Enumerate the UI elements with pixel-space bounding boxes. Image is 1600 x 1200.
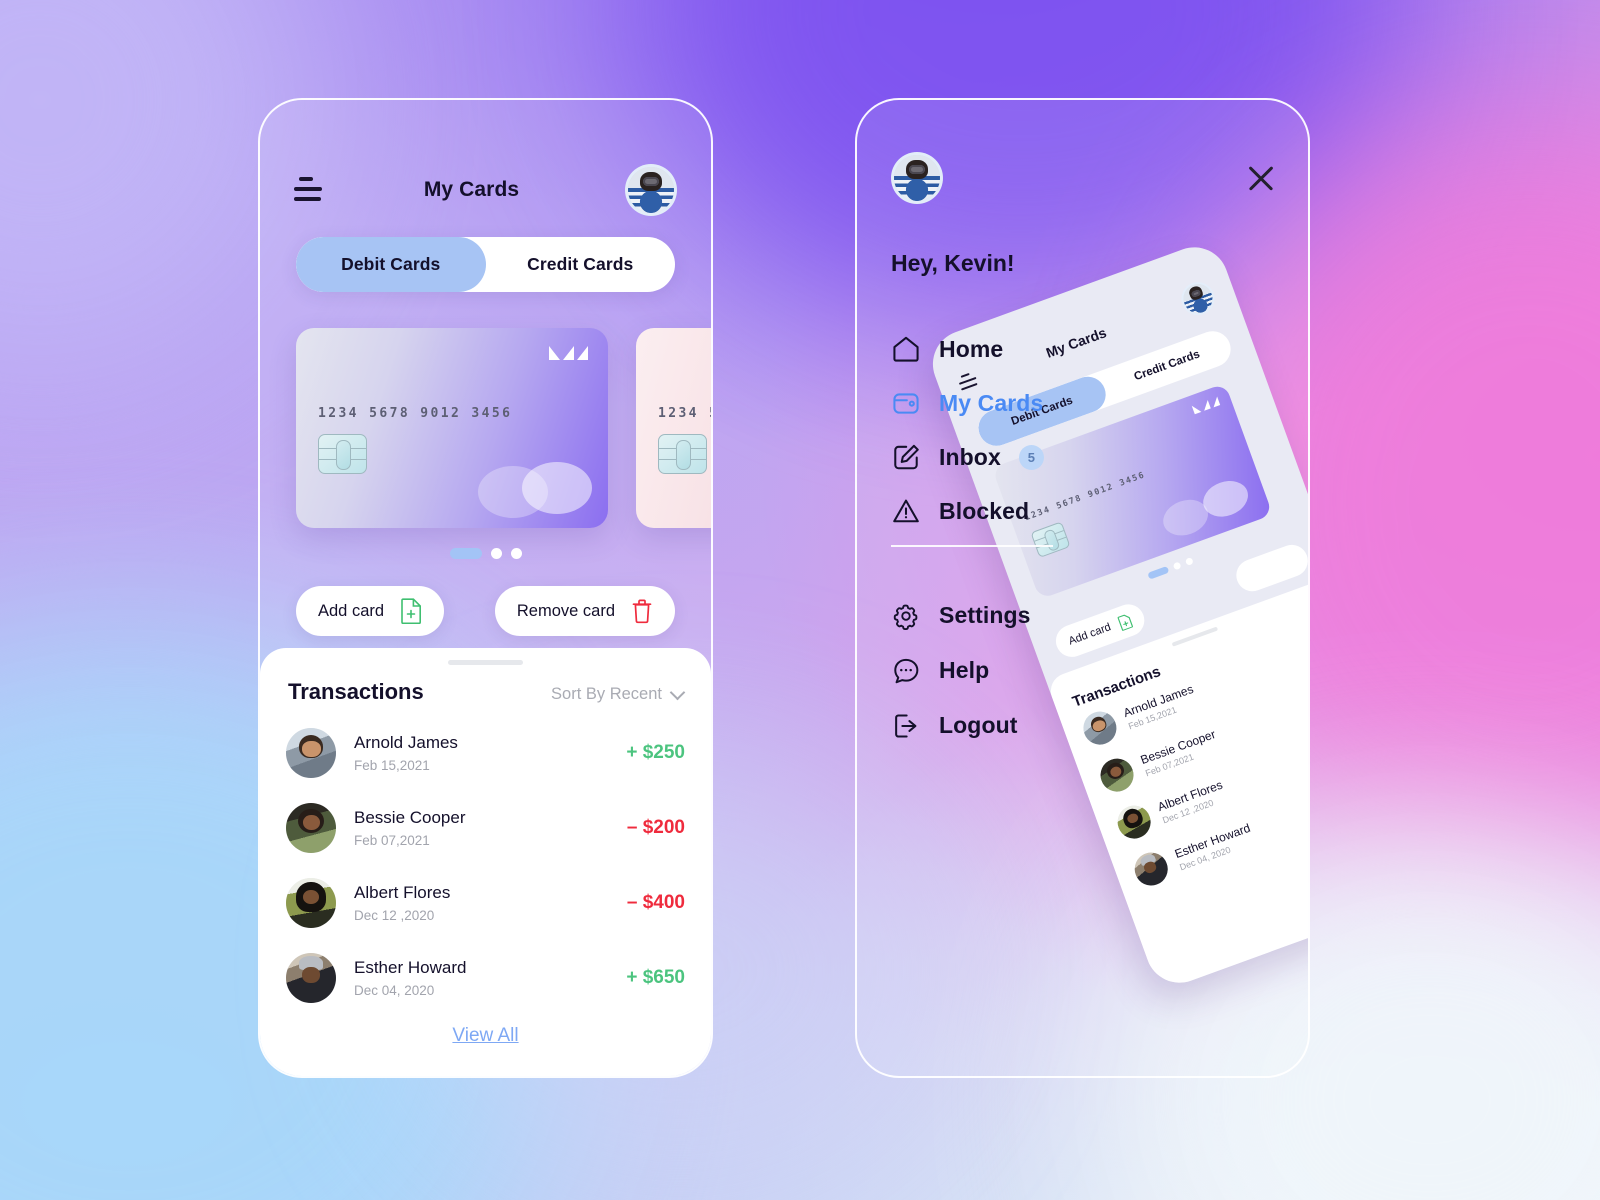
page-title: My Cards	[423, 178, 520, 201]
card-chip-icon	[658, 434, 707, 474]
transactions-header: Transactions Sort By Recent	[286, 679, 686, 705]
table-row[interactable]: Bessie Cooper Feb 07,2021 – $200	[286, 790, 685, 865]
pagination-dot-2[interactable]	[490, 548, 502, 559]
sidebar-item-label: Logout	[939, 712, 1018, 738]
chevron-down-icon	[669, 684, 686, 700]
sidebar-item-label: Home	[939, 335, 1004, 362]
transaction-name: Arnold James	[354, 733, 458, 753]
side-menu-screen: Hey, Kevin! Home My Cards Inbox 5 Blocke…	[857, 100, 1308, 1076]
bank-card-secondary[interactable]: 1234 5678 9012 3456	[636, 328, 711, 528]
transactions-title: Transactions	[288, 679, 424, 704]
transaction-amount: – $200	[626, 816, 685, 838]
transaction-amount: + $250	[626, 741, 685, 763]
close-icon[interactable]	[1246, 164, 1276, 194]
table-row[interactable]: Albert Flores Dec 12 ,2020 – $400	[286, 865, 685, 940]
transaction-amount: + $650	[626, 966, 685, 988]
table-row[interactable]: Esther Howard Dec 04, 2020 + $650	[286, 940, 685, 1015]
pagination-dot-1[interactable]	[449, 548, 482, 559]
avatar[interactable]	[891, 152, 943, 204]
add-card-label: Add card	[318, 601, 385, 620]
sidebar-item-label: My Cards	[939, 389, 1044, 416]
sidebar-item-label: Inbox	[939, 443, 1001, 470]
home-icon	[893, 336, 919, 362]
sidebar-item-label: Blocked	[939, 497, 1030, 524]
carousel-pagination	[260, 548, 711, 559]
menu-divider	[891, 545, 1053, 547]
my-cards-screen: My Cards Debit Cards Credit Cards 1234 5…	[260, 100, 711, 1076]
greeting-text: Hey, Kevin!	[891, 250, 1015, 276]
transaction-date: Feb 15,2021	[354, 757, 430, 773]
add-card-button[interactable]: Add card	[296, 586, 445, 636]
card-chip-icon	[318, 434, 367, 474]
status-badge: 5	[1018, 444, 1044, 470]
menu-secondary-list: Settings Help Logout	[891, 588, 1101, 753]
avatar	[286, 727, 336, 778]
sidebar-item-settings[interactable]: Settings	[891, 588, 1101, 643]
avatar	[1176, 277, 1219, 320]
chat-help-icon	[894, 658, 919, 683]
sidebar-item-home[interactable]: Home	[891, 322, 1091, 376]
sidebar-item-label: Settings	[939, 602, 1031, 628]
card-type-tabs: Debit Cards Credit Cards	[296, 237, 675, 292]
top-bar: My Cards	[260, 162, 711, 218]
sort-dropdown[interactable]: Sort By Recent	[551, 684, 686, 704]
hamburger-icon[interactable]	[294, 177, 324, 203]
bank-card-primary[interactable]: 1234 5678 9012 3456	[296, 328, 608, 528]
user-avatar	[628, 167, 674, 213]
sort-label: Sort By Recent	[551, 685, 662, 703]
sidebar-item-inbox[interactable]: Inbox 5	[891, 430, 1091, 484]
menu-primary-list: Home My Cards Inbox 5 Blocked	[891, 322, 1091, 538]
view-all-link[interactable]: View All	[452, 1025, 518, 1046]
wallet-icon	[893, 393, 919, 414]
logout-icon	[895, 713, 917, 738]
view-all-container: View All	[286, 1025, 685, 1047]
transactions-panel: Transactions Sort By Recent Arnold James…	[260, 648, 711, 1076]
add-file-icon	[1117, 614, 1133, 631]
avatar	[286, 877, 336, 928]
sidebar-item-help[interactable]: Help	[891, 643, 1101, 698]
card-number: 1234 5678 9012 3456	[658, 406, 711, 421]
sheet-grabber[interactable]	[448, 660, 523, 665]
avatar	[1112, 800, 1156, 844]
sidebar-item-logout[interactable]: Logout	[891, 698, 1101, 753]
avatar	[286, 952, 336, 1003]
chevron-brand-logo	[1191, 396, 1221, 415]
avatar	[1095, 753, 1139, 797]
sidebar-item-label: Help	[939, 657, 990, 683]
remove-card-button[interactable]: Remove card	[494, 586, 675, 636]
card-actions: Add card Remove card	[296, 586, 675, 636]
card-carousel[interactable]: 1234 5678 9012 3456 1234 5678 9012 3456	[260, 328, 711, 538]
transaction-date: Feb 07,2021	[354, 832, 430, 848]
sidebar-item-my-cards[interactable]: My Cards	[891, 376, 1091, 430]
add-file-icon	[401, 598, 422, 624]
warning-icon	[893, 499, 919, 523]
edit-box-icon	[894, 444, 919, 470]
tab-debit-cards[interactable]: Debit Cards	[296, 237, 486, 292]
avatar	[1130, 847, 1173, 891]
transaction-amount: – $400	[626, 891, 685, 913]
sidebar-item-blocked[interactable]: Blocked	[891, 484, 1091, 538]
transaction-name: Bessie Cooper	[354, 808, 466, 828]
card-number: 1234 5678 9012 3456	[318, 406, 513, 421]
avatar	[286, 802, 336, 853]
avatar[interactable]	[625, 164, 677, 216]
user-avatar	[894, 155, 940, 201]
background-gradient	[0, 0, 1600, 1200]
trash-icon	[632, 599, 652, 624]
gear-icon	[893, 604, 918, 630]
table-row[interactable]: Arnold James Feb 15,2021 + $250	[286, 715, 685, 790]
tab-credit-cards[interactable]: Credit Cards	[486, 237, 676, 292]
transaction-name: Albert Flores	[354, 883, 451, 903]
chevron-brand-logo	[549, 346, 588, 360]
transaction-name: Esther Howard	[354, 958, 467, 978]
remove-card-label: Remove card	[516, 601, 615, 620]
phone-side-menu: Hey, Kevin! Home My Cards Inbox 5 Blocke…	[855, 98, 1310, 1078]
transaction-date: Dec 04, 2020	[354, 982, 435, 998]
menu-top-bar	[891, 152, 1276, 204]
transaction-date: Dec 12 ,2020	[354, 907, 435, 923]
pagination-dot-3[interactable]	[510, 548, 522, 559]
transactions-list: Arnold James Feb 15,2021 + $250 Bessie C…	[286, 715, 685, 1015]
phone-my-cards: My Cards Debit Cards Credit Cards 1234 5…	[258, 98, 713, 1078]
